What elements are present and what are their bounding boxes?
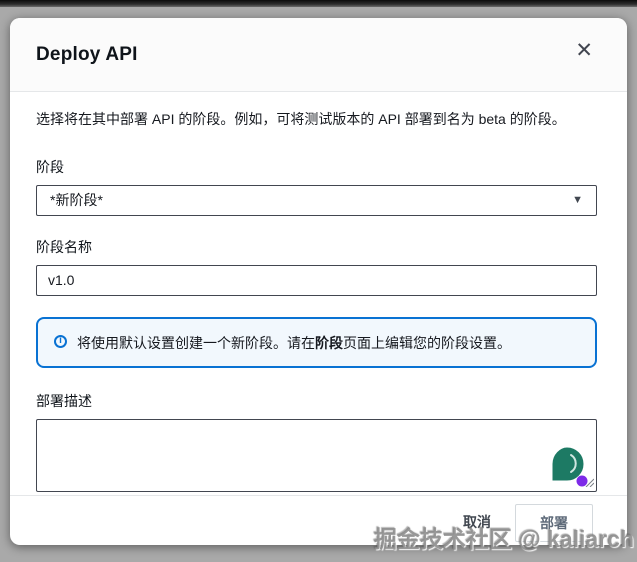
chevron-down-icon: ▼ [572,194,583,207]
stage-select[interactable]: *新阶段* ▼ [36,184,597,216]
stage-selected-value: *新阶段* [50,192,103,209]
modal-body: 选择将在其中部署 API 的阶段。例如，可将测试版本的 API 部署到名为 be… [10,92,627,495]
modal-footer: 取消 部署 [10,495,627,545]
stage-name-input[interactable] [36,264,597,296]
info-alert: i 将使用默认设置创建一个新阶段。请在阶段页面上编辑您的阶段设置。 [36,316,597,369]
window-top-edge [0,0,637,7]
deploy-description-textarea[interactable] [36,419,597,493]
modal-header: Deploy API ✕ [10,18,627,92]
chat-widget-button[interactable] [544,442,590,488]
chat-notification-dot [576,475,588,487]
close-icon[interactable]: ✕ [571,36,597,65]
deploy-button[interactable]: 部署 [515,504,593,542]
info-alert-text: 将使用默认设置创建一个新阶段。请在阶段页面上编辑您的阶段设置。 [77,334,511,351]
modal-description: 选择将在其中部署 API 的阶段。例如，可将测试版本的 API 部署到名为 be… [36,111,566,127]
deploy-description-label: 部署描述 [36,393,92,410]
modal-title: Deploy API [36,43,138,65]
stage-name-label: 阶段名称 [36,238,92,255]
cancel-button[interactable]: 取消 [455,504,499,540]
deploy-description-wrap [36,419,597,493]
chat-bubble-icon [549,444,588,487]
info-icon: i [54,334,67,348]
deploy-api-modal: Deploy API ✕ 选择将在其中部署 API 的阶段。例如，可将测试版本的… [10,18,627,545]
stage-label: 阶段 [36,158,64,175]
